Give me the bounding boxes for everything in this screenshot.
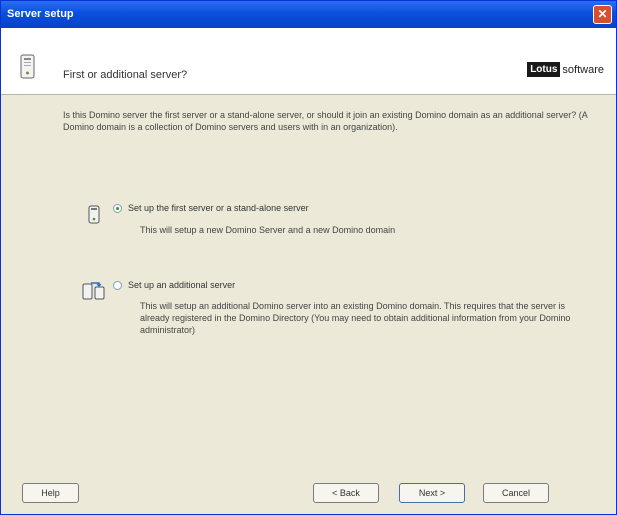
help-button[interactable]: Help [22,483,79,503]
server-icon [20,54,35,79]
brand-lotus: Lotus [527,62,561,78]
close-button[interactable]: ✕ [593,5,612,24]
option-first-server-label[interactable]: Set up the first server or a stand-alone… [128,203,309,213]
option-first-server-description: This will setup a new Domino Server and … [140,225,396,235]
brand-software: software [562,63,604,76]
radio-first-server[interactable] [113,204,122,213]
back-button[interactable]: < Back [313,483,379,503]
option-additional-server-description: This will setup an additional Domino ser… [140,301,571,335]
window-title: Server setup [7,8,74,20]
radio-additional-server[interactable] [113,281,122,290]
single-server-icon [88,205,100,224]
intro-text: Is this Domino server the first server o… [63,110,588,132]
title-bar[interactable]: Server setup ✕ [1,1,616,28]
option-additional-server-label[interactable]: Set up an additional server [128,280,235,290]
cancel-button[interactable]: Cancel [483,483,549,503]
wizard-header: First or additional server? Lotus softwar… [1,28,616,95]
page-title: First or additional server? [63,69,188,81]
lotus-software-logo: Lotus software [527,61,604,79]
close-icon: ✕ [597,7,608,21]
server-setup-window: Server setup ✕ First or additional serve… [0,0,617,515]
next-button[interactable]: Next > [399,483,465,503]
additional-server-icon [82,282,105,300]
